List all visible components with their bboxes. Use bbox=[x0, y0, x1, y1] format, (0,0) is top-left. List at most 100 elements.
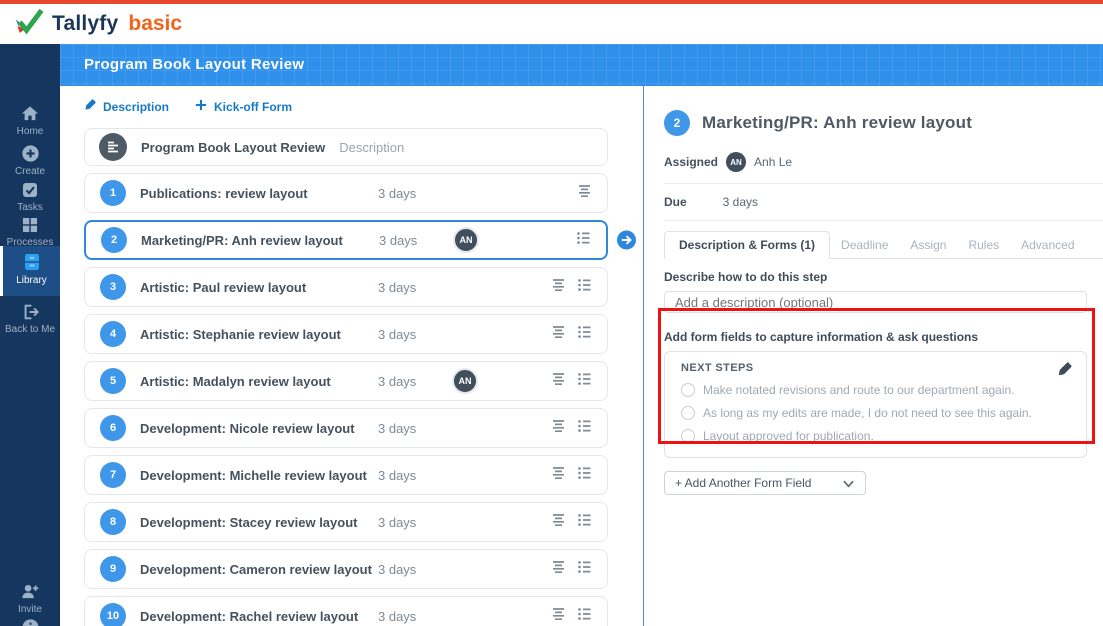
step-detail-panel: 2 Marketing/PR: Anh review layout Assign… bbox=[664, 86, 1103, 495]
step-number-badge: 8 bbox=[100, 509, 126, 535]
tab-description-forms-1[interactable]: Description & Forms (1) bbox=[664, 231, 830, 259]
step-number-badge: 6 bbox=[100, 415, 126, 441]
process-title-bar: Program Book Layout Review bbox=[60, 44, 1103, 86]
brand-logo[interactable]: Tallyfy basic bbox=[14, 7, 182, 42]
step-row[interactable]: 9 Development: Cameron review layout 3 d… bbox=[84, 549, 608, 589]
description-icon bbox=[551, 372, 566, 391]
assigned-label: Assigned bbox=[664, 155, 718, 169]
open-step-arrow-button[interactable] bbox=[617, 231, 636, 250]
step-duration: 3 days bbox=[378, 186, 440, 201]
top-bar: Tallyfy basic bbox=[0, 4, 1103, 44]
library-icon bbox=[3, 252, 60, 272]
step-row[interactable]: 3 Artistic: Paul review layout 3 days bbox=[84, 267, 608, 307]
step-indicator-icons bbox=[577, 184, 592, 203]
back-to-me-icon bbox=[0, 303, 60, 321]
sidebar-item-label: Create bbox=[0, 166, 60, 177]
sidebar-item-label: Back to Me bbox=[0, 324, 60, 335]
description-icon bbox=[551, 466, 566, 485]
tab-rules[interactable]: Rules bbox=[957, 232, 1010, 258]
radio-option: As long as my edits are made, I do not n… bbox=[681, 406, 1070, 420]
step-number-badge: 5 bbox=[100, 368, 126, 394]
detail-step-title: Marketing/PR: Anh review layout bbox=[702, 113, 972, 133]
detail-header: 2 Marketing/PR: Anh review layout bbox=[664, 110, 1103, 136]
kickoff-form-link[interactable]: Kick-off Form bbox=[195, 99, 292, 114]
step-row[interactable]: 5 Artistic: Madalyn review layout 3 days… bbox=[84, 361, 608, 401]
list-icon bbox=[577, 325, 592, 344]
step-duration: 3 days bbox=[378, 609, 440, 624]
step-row[interactable]: 7 Development: Michelle review layout 3 … bbox=[84, 455, 608, 495]
step-indicator-icons bbox=[551, 466, 592, 485]
tab-assign[interactable]: Assign bbox=[899, 232, 957, 258]
sidebar-item-home[interactable]: Home bbox=[0, 100, 60, 137]
tasks-icon bbox=[0, 181, 60, 199]
description-icon bbox=[551, 278, 566, 297]
assignee-avatar[interactable]: AN bbox=[453, 227, 479, 253]
description-section-label: Describe how to do this step bbox=[664, 270, 1103, 284]
tab-advanced[interactable]: Advanced bbox=[1010, 232, 1085, 258]
step-duration: 3 days bbox=[378, 468, 440, 483]
list-icon bbox=[577, 607, 592, 626]
step-number-badge: 1 bbox=[100, 180, 126, 206]
step-indicator-icons bbox=[576, 231, 591, 250]
add-form-field-label: + Add Another Form Field bbox=[675, 476, 811, 490]
due-value: 3 days bbox=[723, 195, 758, 209]
step-title: Artistic: Madalyn review layout bbox=[140, 374, 378, 389]
step-number-badge: 7 bbox=[100, 462, 126, 488]
step-title: Marketing/PR: Anh review layout bbox=[141, 233, 379, 248]
pencil-icon bbox=[84, 99, 96, 114]
list-icon bbox=[577, 372, 592, 391]
tallyfy-checkmark-icon bbox=[14, 7, 44, 42]
step-number-badge: 2 bbox=[101, 227, 127, 253]
help-icon bbox=[0, 618, 60, 626]
step-row[interactable]: 2 Marketing/PR: Anh review layout 3 days… bbox=[84, 220, 608, 260]
process-overview-card[interactable]: Program Book Layout Review Description bbox=[84, 128, 608, 166]
step-row[interactable]: 4 Artistic: Stephanie review layout 3 da… bbox=[84, 314, 608, 354]
radio-button[interactable] bbox=[681, 406, 695, 420]
description-icon bbox=[551, 419, 566, 438]
radio-button[interactable] bbox=[681, 429, 695, 443]
radio-option-label: Layout approved for publication. bbox=[703, 429, 874, 443]
step-number-badge: 4 bbox=[100, 321, 126, 347]
assignee-avatar[interactable]: AN bbox=[726, 152, 746, 172]
radio-option-label: As long as my edits are made, I do not n… bbox=[703, 406, 1032, 420]
sidebar-item-label: Home bbox=[0, 126, 60, 137]
sidebar-item-label: Library bbox=[3, 275, 60, 286]
list-icon bbox=[577, 278, 592, 297]
description-icon bbox=[551, 607, 566, 626]
step-duration: 3 days bbox=[378, 421, 440, 436]
step-indicator-icons bbox=[551, 607, 592, 626]
tab-deadline[interactable]: Deadline bbox=[830, 232, 899, 258]
description-input[interactable] bbox=[664, 291, 1087, 313]
radio-button[interactable] bbox=[681, 383, 695, 397]
description-icon bbox=[551, 560, 566, 579]
step-row[interactable]: 10 Development: Rachel review layout 3 d… bbox=[84, 596, 608, 626]
list-icon bbox=[577, 513, 592, 532]
process-overview-title: Program Book Layout Review bbox=[141, 140, 325, 155]
sidebar-item-back-to-me[interactable]: Back to Me bbox=[0, 299, 60, 335]
add-form-field-button[interactable]: + Add Another Form Field bbox=[664, 471, 866, 495]
step-title: Development: Nicole review layout bbox=[140, 421, 378, 436]
step-title: Development: Rachel review layout bbox=[140, 609, 378, 624]
brand-name: Tallyfy bbox=[52, 12, 118, 36]
sidebar-item-create[interactable]: Create bbox=[0, 140, 60, 177]
sidebar-item-library[interactable]: Library bbox=[0, 246, 60, 296]
step-indicator-icons bbox=[551, 513, 592, 532]
description-icon bbox=[551, 513, 566, 532]
step-row[interactable]: 1 Publications: review layout 3 days bbox=[84, 173, 608, 213]
step-row[interactable]: 8 Development: Stacey review layout 3 da… bbox=[84, 502, 608, 542]
list-icon bbox=[577, 419, 592, 438]
sidebar-item-tasks[interactable]: Tasks bbox=[0, 177, 60, 213]
assignee-avatar[interactable]: AN bbox=[452, 368, 478, 394]
sidebar-item-invite[interactable]: Invite bbox=[0, 578, 60, 615]
step-duration: 3 days bbox=[378, 280, 440, 295]
sidebar-item-processes[interactable]: Processes bbox=[0, 212, 60, 248]
radio-option: Make notated revisions and route to our … bbox=[681, 383, 1070, 397]
form-field-card: NEXT STEPS Make notated revisions and ro… bbox=[664, 351, 1087, 458]
due-row[interactable]: Due 3 days bbox=[664, 184, 1103, 221]
step-indicator-icons bbox=[551, 560, 592, 579]
sidebar-item-help[interactable]: Help bbox=[0, 614, 60, 626]
edit-description-link[interactable]: Description bbox=[84, 99, 169, 114]
edit-form-field-button[interactable] bbox=[1057, 362, 1072, 380]
tallyfy-app: Tallyfy basic Program Book Layout Review… bbox=[0, 0, 1103, 626]
step-row[interactable]: 6 Development: Nicole review layout 3 da… bbox=[84, 408, 608, 448]
